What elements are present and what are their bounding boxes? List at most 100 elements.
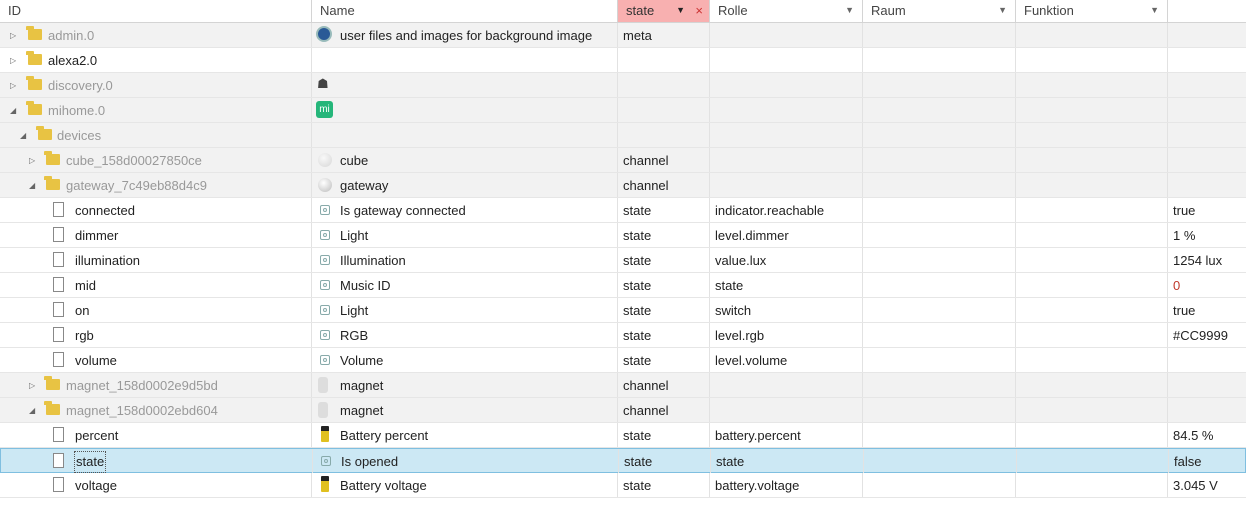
collapse-arrow-icon[interactable]: ◢ (20, 123, 26, 147)
file-icon (53, 277, 64, 292)
table-row[interactable]: ▷ cube_158d00027850ce cube channel (0, 148, 1246, 173)
table-row[interactable]: ▷ alexa2.0 (0, 48, 1246, 73)
file-icon (53, 227, 64, 242)
object-id: dimmer (75, 228, 119, 243)
object-function (1016, 423, 1168, 447)
chevron-down-icon[interactable]: ▼ (1150, 0, 1159, 21)
object-id: mihome.0 (48, 103, 106, 118)
object-function (1016, 348, 1168, 372)
gateway-icon (318, 178, 332, 192)
column-header-name-label: Name (320, 3, 355, 18)
table-row[interactable]: ▷ discovery.0 ☗ (0, 73, 1246, 98)
magnet-icon (318, 377, 328, 393)
folder-icon (44, 376, 60, 390)
expand-arrow-icon[interactable]: ▷ (29, 148, 35, 172)
table-row[interactable]: illumination Illumination state value.lu… (0, 248, 1246, 273)
collapse-arrow-icon[interactable]: ◢ (29, 173, 35, 197)
object-value[interactable]: true (1168, 298, 1246, 322)
object-name: user files and images for background ima… (340, 28, 593, 43)
function-filter[interactable]: Funktion ▼ (1016, 0, 1168, 22)
clear-filter-button[interactable]: × (695, 0, 703, 21)
state-icon (320, 355, 330, 365)
table-row[interactable]: mid Music ID state state 0 (0, 273, 1246, 298)
object-role: level.volume (710, 348, 863, 372)
role-filter[interactable]: Rolle ▼ (710, 0, 863, 22)
cube-icon (318, 153, 332, 167)
object-value[interactable]: 1 % (1168, 223, 1246, 247)
object-id: devices (57, 128, 102, 143)
expand-arrow-icon[interactable]: ▷ (29, 373, 35, 397)
table-row[interactable]: on Light state switch true (0, 298, 1246, 323)
object-room (863, 198, 1016, 222)
column-header-id[interactable]: ID (0, 0, 312, 22)
object-room (864, 449, 1017, 473)
table-row[interactable]: dimmer Light state level.dimmer 1 % (0, 223, 1246, 248)
object-id: magnet_158d0002e9d5bd (66, 378, 218, 393)
object-room (863, 148, 1016, 172)
object-value (1168, 398, 1246, 422)
table-row[interactable]: ◢ devices (0, 123, 1246, 148)
magnet-icon (318, 402, 328, 418)
object-value[interactable]: true (1168, 198, 1246, 222)
object-id: illumination (75, 253, 141, 268)
file-icon (53, 427, 64, 442)
folder-icon (44, 401, 60, 415)
object-name (312, 123, 618, 147)
object-role (710, 73, 863, 97)
object-name: Music ID (340, 278, 391, 293)
object-role: level.rgb (710, 323, 863, 347)
expand-arrow-icon[interactable]: ▷ (10, 73, 16, 97)
object-name: Battery voltage (340, 478, 427, 493)
table-row[interactable]: ◢ mihome.0 mi (0, 98, 1246, 123)
table-row[interactable]: volume Volume state level.volume (0, 348, 1246, 373)
object-role (710, 23, 863, 47)
object-role: level.dimmer (710, 223, 863, 247)
object-value (1168, 48, 1246, 72)
object-id: alexa2.0 (48, 53, 98, 68)
column-header-value[interactable]: We (1168, 0, 1246, 22)
object-value[interactable]: false (1169, 449, 1246, 473)
object-value[interactable]: #CC9999 (1168, 323, 1246, 347)
collapse-arrow-icon[interactable]: ◢ (10, 98, 16, 122)
object-name: RGB (340, 328, 369, 343)
object-id: admin.0 (48, 28, 95, 43)
expand-arrow-icon[interactable]: ▷ (10, 23, 16, 47)
expand-arrow-icon[interactable]: ▷ (10, 48, 16, 72)
table-row[interactable]: ▷ admin.0 user files and images for backg… (0, 23, 1246, 48)
object-value[interactable]: 84.5 % (1168, 423, 1246, 447)
object-value[interactable]: 1254 lux (1168, 248, 1246, 272)
table-row[interactable]: connected Is gateway connected state ind… (0, 198, 1246, 223)
object-room (863, 223, 1016, 247)
chevron-down-icon[interactable]: ▼ (845, 0, 854, 21)
chevron-down-icon[interactable]: ▼ (998, 0, 1007, 21)
object-role: battery.voltage (710, 473, 863, 497)
object-room (863, 23, 1016, 47)
object-value[interactable] (1168, 348, 1246, 372)
type-filter[interactable]: state ▼ × (618, 0, 710, 22)
object-type: state (618, 423, 710, 447)
object-value[interactable]: 0 (1168, 273, 1246, 297)
collapse-arrow-icon[interactable]: ◢ (29, 398, 35, 422)
table-row[interactable]: ◢ magnet_158d0002ebd604 magnet channel (0, 398, 1246, 423)
object-value (1168, 123, 1246, 147)
table-row[interactable]: rgb RGB state level.rgb #CC9999 (0, 323, 1246, 348)
folder-icon (44, 151, 60, 165)
column-header-name[interactable]: Name (312, 0, 618, 22)
object-room (863, 48, 1016, 72)
object-value[interactable]: 3.045 V (1168, 473, 1246, 497)
object-type (618, 48, 710, 72)
object-id: cube_158d00027850ce (66, 153, 202, 168)
object-function (1016, 223, 1168, 247)
object-room (863, 298, 1016, 322)
table-row[interactable]: ▷ magnet_158d0002e9d5bd magnet channel (0, 373, 1246, 398)
table-row[interactable]: ◢ gateway_7c49eb88d4c9 gateway channel (0, 173, 1246, 198)
object-name: gateway (340, 178, 389, 193)
object-function (1016, 48, 1168, 72)
role-filter-label: Rolle (718, 3, 748, 18)
column-header-id-label: ID (8, 3, 21, 18)
chevron-down-icon[interactable]: ▼ (676, 0, 685, 21)
room-filter[interactable]: Raum ▼ (863, 0, 1016, 22)
table-row[interactable]: voltage Battery voltage state battery.vo… (0, 473, 1246, 498)
table-row-selected[interactable]: state Is opened state state false (0, 448, 1246, 473)
table-row[interactable]: percent Battery percent state battery.pe… (0, 423, 1246, 448)
